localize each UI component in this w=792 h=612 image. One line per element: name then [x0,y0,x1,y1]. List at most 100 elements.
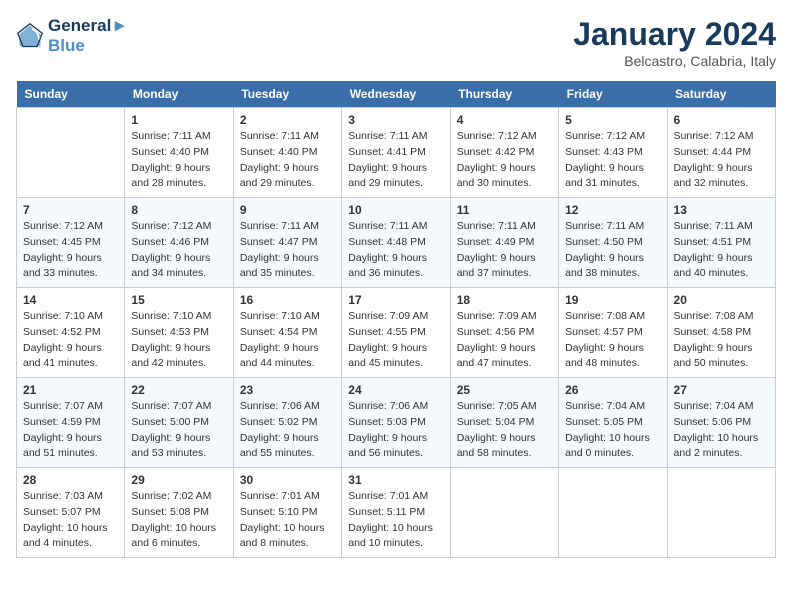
day-info: Sunrise: 7:11 AMSunset: 4:48 PMDaylight:… [348,219,443,282]
day-info-line: and 44 minutes. [240,357,315,369]
weekday-header: Wednesday [342,81,450,108]
day-info-line: Sunset: 4:44 PM [674,146,752,158]
day-number: 30 [240,473,335,487]
calendar-cell: 3 Sunrise: 7:11 AMSunset: 4:41 PMDaylight… [342,108,450,198]
day-number: 3 [348,113,443,127]
day-info: Sunrise: 7:11 AMSunset: 4:50 PMDaylight:… [565,219,660,282]
day-number: 24 [348,383,443,397]
calendar-cell: 21Sunrise: 7:07 AMSunset: 4:59 PMDayligh… [17,378,125,468]
calendar-cell [667,468,775,558]
day-info: Sunrise: 7:11 AMSunset: 4:41 PMDaylight:… [348,129,443,192]
day-info-line: Sunset: 5:04 PM [457,416,535,428]
calendar-cell: 4 Sunrise: 7:12 AMSunset: 4:42 PMDaylight… [450,108,558,198]
calendar-cell: 22Sunrise: 7:07 AMSunset: 5:00 PMDayligh… [125,378,233,468]
day-info-line: and 2 minutes. [674,447,743,459]
calendar-cell [450,468,558,558]
day-info-line: Sunrise: 7:11 AM [240,220,319,232]
calendar-cell: 29Sunrise: 7:02 AMSunset: 5:08 PMDayligh… [125,468,233,558]
day-info-line: and 0 minutes. [565,447,634,459]
day-info: Sunrise: 7:10 AMSunset: 4:54 PMDaylight:… [240,309,335,372]
calendar-cell: 1Sunrise: 7:11 AMSunset: 4:40 PMDaylight… [125,108,233,198]
day-info-line: Sunset: 4:52 PM [23,326,101,338]
day-info-line: Sunset: 4:45 PM [23,236,101,248]
day-info-line: Daylight: 10 hours [23,522,108,534]
calendar-cell: 27Sunrise: 7:04 AMSunset: 5:06 PMDayligh… [667,378,775,468]
calendar-cell: 11Sunrise: 7:11 AMSunset: 4:49 PMDayligh… [450,198,558,288]
day-info-line: Daylight: 9 hours [23,432,102,444]
day-info-line: Sunrise: 7:12 AM [674,130,754,142]
calendar-cell: 31Sunrise: 7:01 AMSunset: 5:11 PMDayligh… [342,468,450,558]
day-info-line: and 32 minutes. [674,177,749,189]
day-info-line: Sunrise: 7:11 AM [348,220,427,232]
day-info-line: and 33 minutes. [23,267,98,279]
day-info-line: Daylight: 9 hours [240,432,319,444]
day-info-line: Sunset: 5:00 PM [131,416,209,428]
weekday-header: Saturday [667,81,775,108]
day-info-line: and 40 minutes. [674,267,749,279]
day-info-line: Sunrise: 7:08 AM [674,310,754,322]
month-title: January 2024 [573,16,776,53]
day-info-line: Sunrise: 7:11 AM [348,130,427,142]
day-number: 29 [131,473,226,487]
calendar-cell: 8Sunrise: 7:12 AMSunset: 4:46 PMDaylight… [125,198,233,288]
calendar-table: SundayMondayTuesdayWednesdayThursdayFrid… [16,81,776,558]
day-info-line: and 37 minutes. [457,267,532,279]
day-info-line: and 4 minutes. [23,537,92,549]
day-number: 4 [457,113,552,127]
day-info-line: Sunset: 4:46 PM [131,236,209,248]
day-info-line: Sunset: 5:05 PM [565,416,643,428]
day-info-line: Sunrise: 7:02 AM [131,490,211,502]
day-info-line: Daylight: 9 hours [457,252,536,264]
day-info-line: and 45 minutes. [348,357,423,369]
day-info-line: and 47 minutes. [457,357,532,369]
day-info-line: Sunrise: 7:10 AM [131,310,211,322]
day-info: Sunrise: 7:09 AMSunset: 4:56 PMDaylight:… [457,309,552,372]
day-number: 6 [674,113,769,127]
day-info-line: and 6 minutes. [131,537,200,549]
day-info-line: and 31 minutes. [565,177,640,189]
day-info-line: and 48 minutes. [565,357,640,369]
day-info-line: Sunset: 4:55 PM [348,326,426,338]
weekday-header: Sunday [17,81,125,108]
day-number: 18 [457,293,552,307]
day-info-line: Sunset: 4:51 PM [674,236,752,248]
weekday-header: Monday [125,81,233,108]
day-info: Sunrise: 7:09 AMSunset: 4:55 PMDaylight:… [348,309,443,372]
day-info-line: and 56 minutes. [348,447,423,459]
day-info-line: Daylight: 10 hours [131,522,216,534]
day-info-line: Sunrise: 7:11 AM [131,130,210,142]
day-info-line: Daylight: 9 hours [131,432,210,444]
day-info-line: and 29 minutes. [240,177,315,189]
day-info-line: Sunrise: 7:09 AM [457,310,537,322]
calendar-cell: 16Sunrise: 7:10 AMSunset: 4:54 PMDayligh… [233,288,341,378]
day-info-line: Daylight: 9 hours [348,162,427,174]
day-info-line: Daylight: 10 hours [674,432,759,444]
day-info-line: Sunrise: 7:01 AM [348,490,428,502]
day-info-line: and 10 minutes. [348,537,423,549]
day-info: Sunrise: 7:11 AMSunset: 4:49 PMDaylight:… [457,219,552,282]
calendar-cell: 10Sunrise: 7:11 AMSunset: 4:48 PMDayligh… [342,198,450,288]
day-info-line: Sunset: 4:54 PM [240,326,318,338]
day-info-line: and 53 minutes. [131,447,206,459]
day-info-line: and 51 minutes. [23,447,98,459]
day-number: 21 [23,383,118,397]
day-info: Sunrise: 7:01 AMSunset: 5:11 PMDaylight:… [348,489,443,552]
day-info-line: Sunset: 5:07 PM [23,506,101,518]
logo: General► Blue [16,16,128,56]
day-info-line: Daylight: 9 hours [131,162,210,174]
day-info-line: Daylight: 9 hours [23,252,102,264]
day-info-line: and 42 minutes. [131,357,206,369]
day-info-line: Sunrise: 7:05 AM [457,400,537,412]
calendar-cell: 13Sunrise: 7:11 AMSunset: 4:51 PMDayligh… [667,198,775,288]
day-info-line: and 58 minutes. [457,447,532,459]
day-info-line: Sunset: 4:59 PM [23,416,101,428]
day-info-line: Daylight: 9 hours [23,342,102,354]
calendar-week-row: 21Sunrise: 7:07 AMSunset: 4:59 PMDayligh… [17,378,776,468]
calendar-cell: 5Sunrise: 7:12 AMSunset: 4:43 PMDaylight… [559,108,667,198]
day-info-line: Daylight: 9 hours [348,432,427,444]
day-number: 5 [565,113,660,127]
day-info: Sunrise: 7:12 AMSunset: 4:42 PMDaylight:… [457,129,552,192]
day-info-line: Sunset: 4:56 PM [457,326,535,338]
day-info: Sunrise: 7:08 AMSunset: 4:57 PMDaylight:… [565,309,660,372]
day-info: Sunrise: 7:04 AMSunset: 5:06 PMDaylight:… [674,399,769,462]
